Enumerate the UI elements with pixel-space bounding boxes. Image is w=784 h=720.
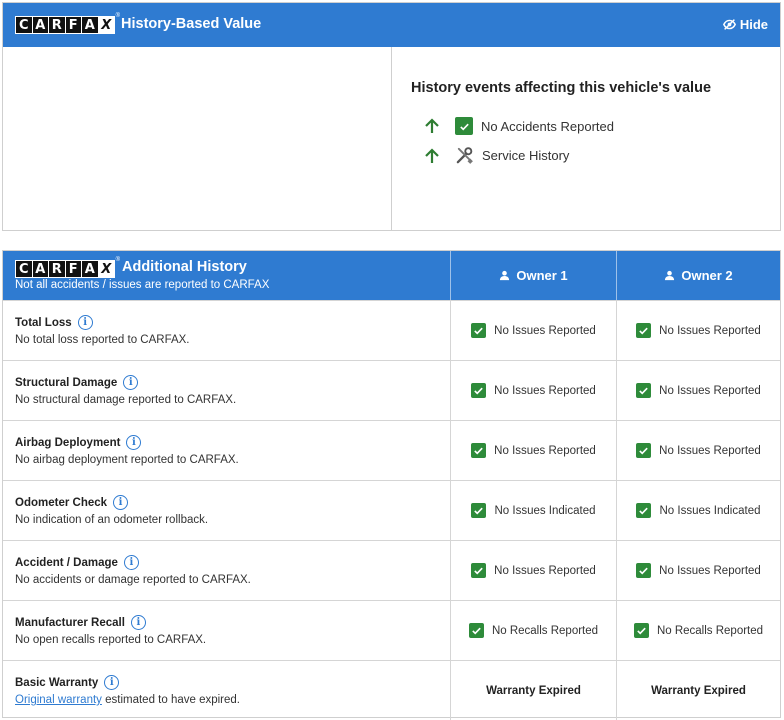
owner-2-status: No Issues Reported xyxy=(617,361,780,420)
status-text: No Issues Reported xyxy=(494,384,596,397)
green-check-icon xyxy=(471,443,487,458)
owner-2-status: No Issues Reported xyxy=(617,541,780,600)
info-icon[interactable]: i xyxy=(123,555,139,570)
status-text: No Recalls Reported xyxy=(656,624,764,637)
additional-history-header: CARFAX ® Additional History Not all acci… xyxy=(3,251,780,300)
event-service-history: Service History xyxy=(423,146,569,165)
row-description: No total loss reported to CARFAX. xyxy=(15,334,190,346)
row-label: Total Loss i xyxy=(15,315,93,330)
row-label: Manufacturer Recall i xyxy=(15,615,146,630)
green-check-icon xyxy=(636,443,652,458)
green-check-icon xyxy=(633,623,649,638)
info-icon[interactable]: i xyxy=(104,675,120,690)
status-text: No Issues Reported xyxy=(659,564,761,577)
green-check-icon xyxy=(636,563,652,578)
additional-history-title: Additional History xyxy=(122,259,247,275)
owner-1-status: Warranty Expired xyxy=(451,661,616,720)
green-check-icon xyxy=(471,383,487,398)
owner-1-status: No Issues Reported xyxy=(451,541,616,600)
additional-history-card: CARFAX ® Additional History Not all acci… xyxy=(2,250,781,720)
events-title: History events affecting this vehicle's … xyxy=(411,80,712,96)
info-icon[interactable]: i xyxy=(126,435,142,450)
row-description: Original warranty estimated to have expi… xyxy=(15,694,241,706)
history-row-basic-warranty: Basic Warranty i Original warranty estimat… xyxy=(3,660,780,720)
owner-1-status: No Recalls Reported xyxy=(451,601,616,660)
owner-2-status: No Issues Indicated xyxy=(617,481,780,540)
status-text: No Issues Indicated xyxy=(659,504,761,517)
info-icon[interactable]: i xyxy=(130,615,146,630)
history-row-odometer-check: Odometer Check i No indication of an odome… xyxy=(3,480,780,540)
owner-1-status: No Issues Reported xyxy=(451,301,616,360)
status-text: No Issues Indicated xyxy=(494,504,596,517)
up-arrow-icon xyxy=(425,118,439,133)
owner-1-header: Owner 1 xyxy=(451,251,616,300)
row-label: Structural Damage i xyxy=(15,375,139,390)
info-icon[interactable]: i xyxy=(113,495,129,510)
row-label: Airbag Deployment i xyxy=(15,435,142,450)
person-icon xyxy=(665,270,675,281)
row-label: Accident / Damage i xyxy=(15,555,139,570)
status-text: No Recalls Reported xyxy=(491,624,599,637)
green-check-icon xyxy=(636,503,652,518)
row-label: Basic Warranty i xyxy=(15,675,120,690)
status-text: No Issues Reported xyxy=(659,324,761,337)
green-check-icon xyxy=(636,323,652,338)
status-text: No Issues Reported xyxy=(494,564,596,577)
status-text: No Issues Reported xyxy=(494,324,596,337)
history-value-title: History-Based Value xyxy=(121,16,262,32)
green-check-icon xyxy=(636,383,652,398)
hide-button[interactable]: Hide xyxy=(722,17,768,32)
panel-divider xyxy=(391,47,392,231)
owner-1-status: No Issues Reported xyxy=(451,361,616,420)
owner-2-header: Owner 2 xyxy=(617,251,780,300)
green-check-icon xyxy=(471,563,487,578)
row-description: No structural damage reported to CARFAX. xyxy=(15,394,237,406)
carfax-logo: CARFAX ® xyxy=(15,13,120,34)
green-check-icon xyxy=(468,623,484,638)
owner-1-status: No Issues Reported xyxy=(451,421,616,480)
history-row-structural-damage: Structural Damage i No structural damage r… xyxy=(3,360,780,420)
status-text: Warranty Expired xyxy=(486,684,581,697)
row-description: No indication of an odometer rollback. xyxy=(15,514,209,526)
status-text: No Issues Reported xyxy=(659,444,761,457)
person-icon xyxy=(500,270,510,281)
event-label: No Accidents Reported xyxy=(481,118,614,134)
hide-label: Hide xyxy=(739,17,768,32)
event-label: Service History xyxy=(482,148,570,163)
owner-1-status: No Issues Indicated xyxy=(451,481,616,540)
eye-off-icon xyxy=(722,19,736,30)
original-warranty-link[interactable]: Original warranty xyxy=(15,694,102,706)
info-icon[interactable]: i xyxy=(123,375,139,390)
history-row-accident-damage: Accident / Damage i No accidents or damage… xyxy=(3,540,780,600)
green-check-icon xyxy=(471,323,487,338)
status-text: No Issues Reported xyxy=(494,444,596,457)
row-description: No accidents or damage reported to CARFA… xyxy=(15,574,251,586)
wrench-screwdriver-icon xyxy=(456,147,473,164)
up-arrow-icon xyxy=(425,147,439,163)
history-row-airbag-deployment: Airbag Deployment i No airbag deployment r… xyxy=(3,420,780,480)
history-row-total-loss: Total Loss i No total loss reported to CAR… xyxy=(3,300,780,360)
row-description: No airbag deployment reported to CARFAX. xyxy=(15,454,239,466)
additional-history-subtitle: Not all accidents / issues are reported … xyxy=(15,279,270,291)
owner-2-status: No Recalls Reported xyxy=(617,601,780,660)
green-check-icon xyxy=(455,117,473,135)
owner-2-status: No Issues Reported xyxy=(617,421,780,480)
history-value-header: CARFAX ® History-Based Value Hide xyxy=(3,3,780,47)
owner-2-status: Warranty Expired xyxy=(617,661,780,720)
green-check-icon xyxy=(471,503,487,518)
carfax-logo: CARFAX ® xyxy=(15,257,120,278)
status-text: No Issues Reported xyxy=(659,384,761,397)
owner-2-status: No Issues Reported xyxy=(617,301,780,360)
row-description: No open recalls reported to CARFAX. xyxy=(15,634,207,646)
history-row-manufacturer-recall: Manufacturer Recall i No open recalls repo… xyxy=(3,600,780,660)
info-icon[interactable]: i xyxy=(77,315,93,330)
status-text: Warranty Expired xyxy=(651,684,746,697)
event-no-accidents: No Accidents Reported xyxy=(423,117,614,135)
row-label: Odometer Check i xyxy=(15,495,129,510)
history-based-value-card: CARFAX ® History-Based Value Hide Histor… xyxy=(2,2,781,231)
